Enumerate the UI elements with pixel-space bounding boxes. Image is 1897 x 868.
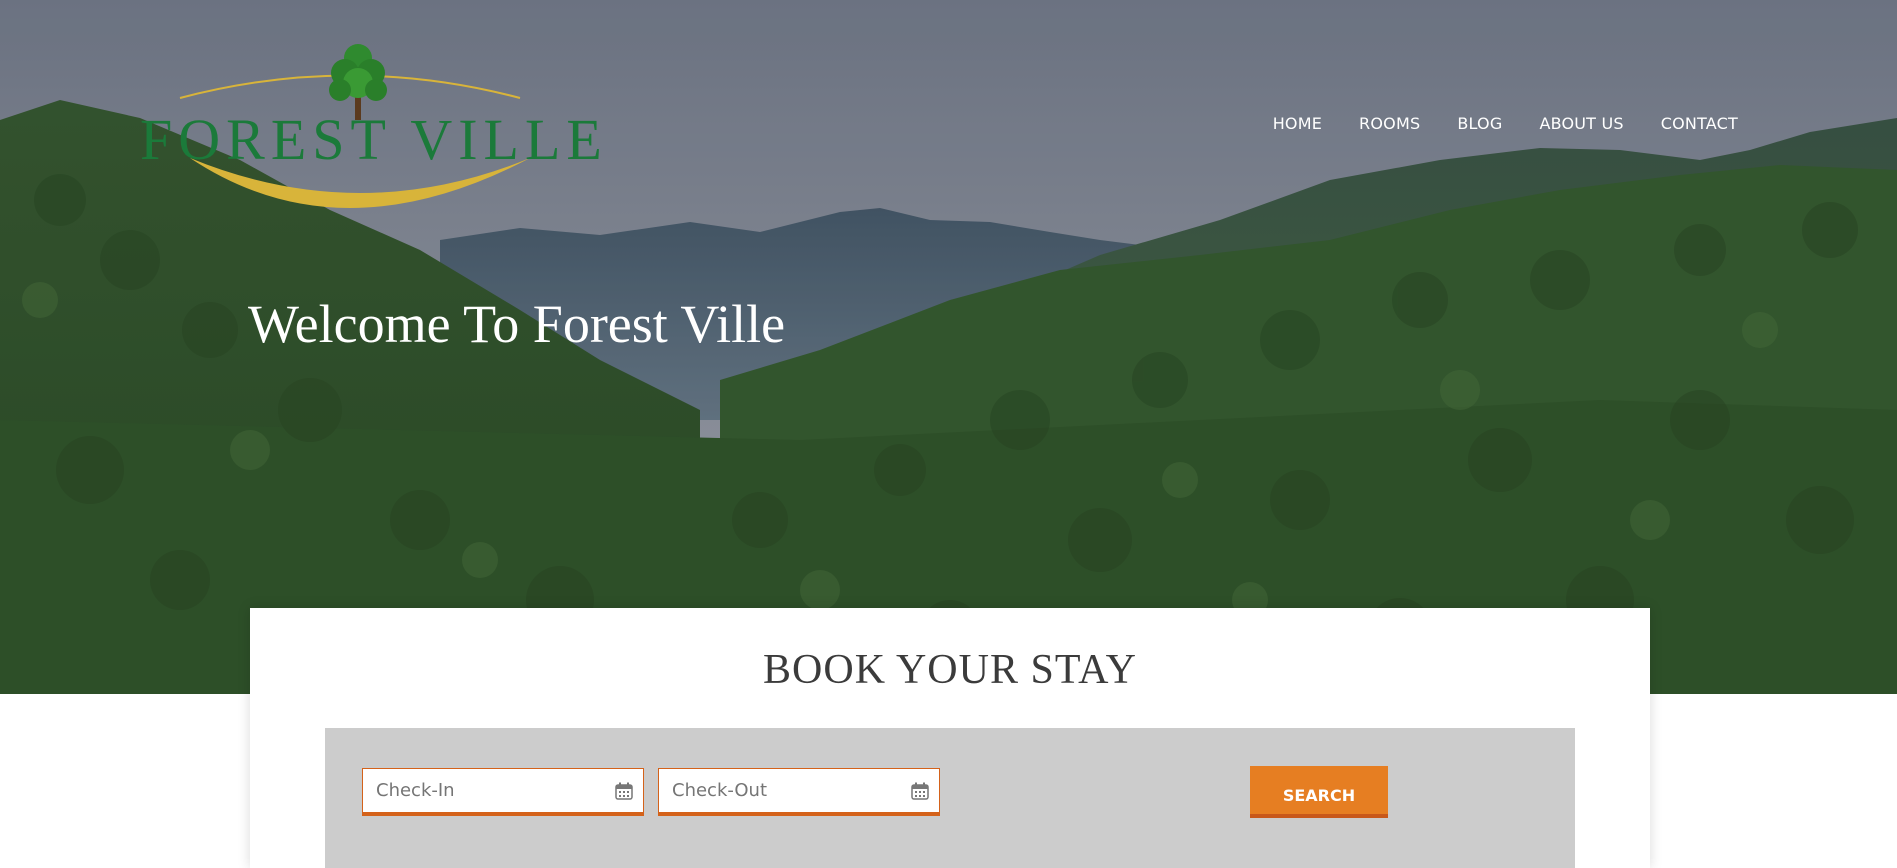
nav-item-contact[interactable]: CONTACT: [1661, 114, 1738, 133]
brand-name: FOREST VILLE: [140, 107, 608, 172]
hero-title: Welcome To Forest Ville: [248, 294, 786, 354]
brand-logo[interactable]: FOREST VILLE: [140, 28, 608, 213]
check-out-input[interactable]: [672, 780, 892, 801]
booking-form: SEARCH: [325, 728, 1575, 868]
check-in-input[interactable]: [376, 780, 596, 801]
hero-banner: FOREST VILLE HOME ROOMS BLOG ABOUT US CO…: [0, 0, 1897, 694]
nav-item-rooms[interactable]: ROOMS: [1359, 114, 1420, 133]
booking-widget: BOOK YOUR STAY SEARCH: [250, 608, 1650, 868]
check-out-field[interactable]: [658, 768, 940, 816]
calendar-icon[interactable]: [615, 782, 633, 800]
nav-item-home[interactable]: HOME: [1273, 114, 1322, 133]
search-button[interactable]: SEARCH: [1250, 766, 1388, 818]
check-in-field[interactable]: [362, 768, 644, 816]
nav-item-about-us[interactable]: ABOUT US: [1539, 114, 1623, 133]
calendar-icon[interactable]: [911, 782, 929, 800]
booking-title: BOOK YOUR STAY: [763, 647, 1137, 693]
main-nav: HOME ROOMS BLOG ABOUT US CONTACT: [1273, 114, 1738, 133]
nav-item-blog[interactable]: BLOG: [1457, 114, 1502, 133]
